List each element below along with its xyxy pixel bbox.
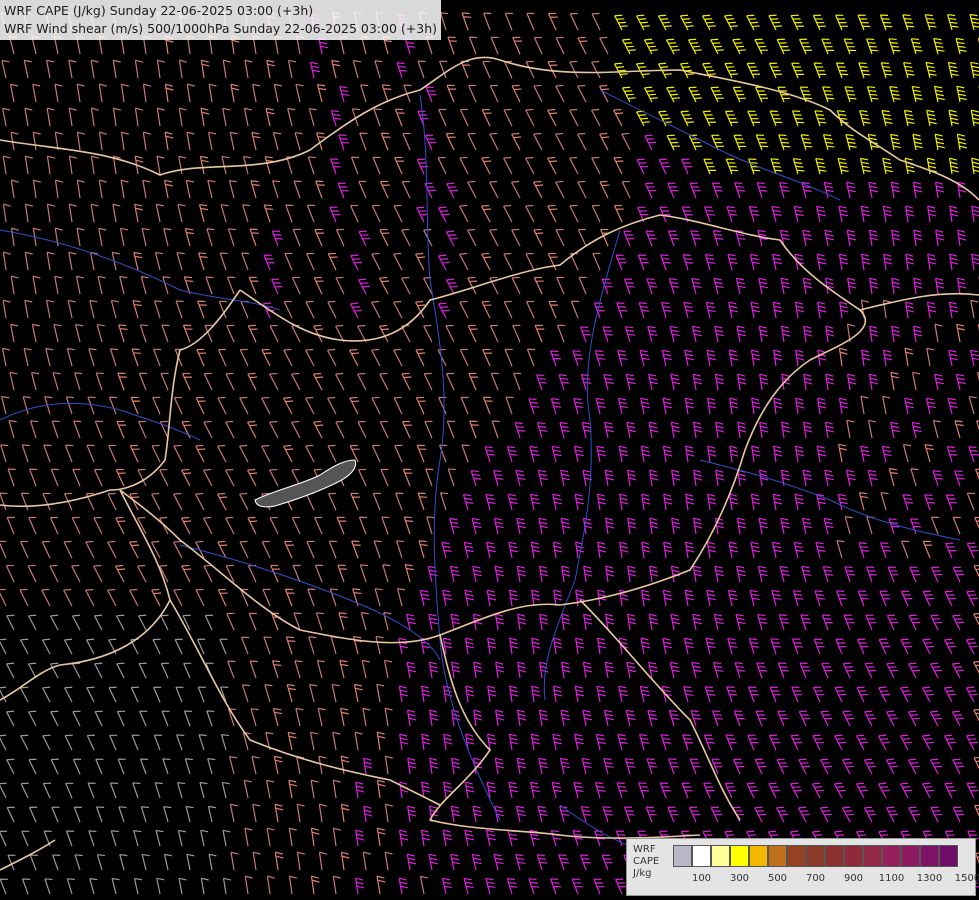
cape-title: WRF CAPE (J/kg) Sunday 22-06-2025 03:00 … [4,3,314,18]
legend-swatch [844,845,863,867]
legend-swatch [939,845,958,867]
map-canvas [0,0,979,900]
legend-tick-label: 900 [843,873,864,884]
legend-tick-label: 500 [767,873,788,884]
legend-swatch [768,845,787,867]
legend-swatch [806,845,825,867]
legend-tick-label: 1300 [916,873,943,884]
legend-swatch [749,845,768,867]
legend-swatch [863,845,882,867]
cape-legend: WRF CAPE J/kg 100 300 500 700 900 1100 1300 150… [626,838,979,896]
legend-ticks: 100 300 500 700 900 1100 1300 1500 [673,873,979,887]
legend-swatch [920,845,939,867]
legend-swatch [711,845,730,867]
legend-swatch [787,845,806,867]
legend-swatch [901,845,920,867]
legend-tick-label: 700 [805,873,826,884]
legend-swatches [673,845,958,867]
legend-tick-label: 300 [729,873,750,884]
legend-name-line: CAPE [633,856,660,867]
legend-name-line: WRF [633,844,656,855]
legend-name: WRF CAPE J/kg [633,844,669,880]
legend-swatch [673,845,692,867]
legend-tick-label: 1100 [878,873,905,884]
shear-title: WRF Wind shear (m/s) 500/1000hPa Sunday … [4,21,437,36]
legend-swatch [692,845,711,867]
legend-swatch [825,845,844,867]
legend-swatch [730,845,749,867]
legend-tick-label: 100 [691,873,712,884]
legend-unit: J/kg [633,868,652,879]
map-title-box: WRF CAPE (J/kg) Sunday 22-06-2025 03:00 … [0,0,441,40]
legend-tick-label: 1500 [954,873,979,884]
legend-swatch [882,845,901,867]
map-background [0,0,979,900]
